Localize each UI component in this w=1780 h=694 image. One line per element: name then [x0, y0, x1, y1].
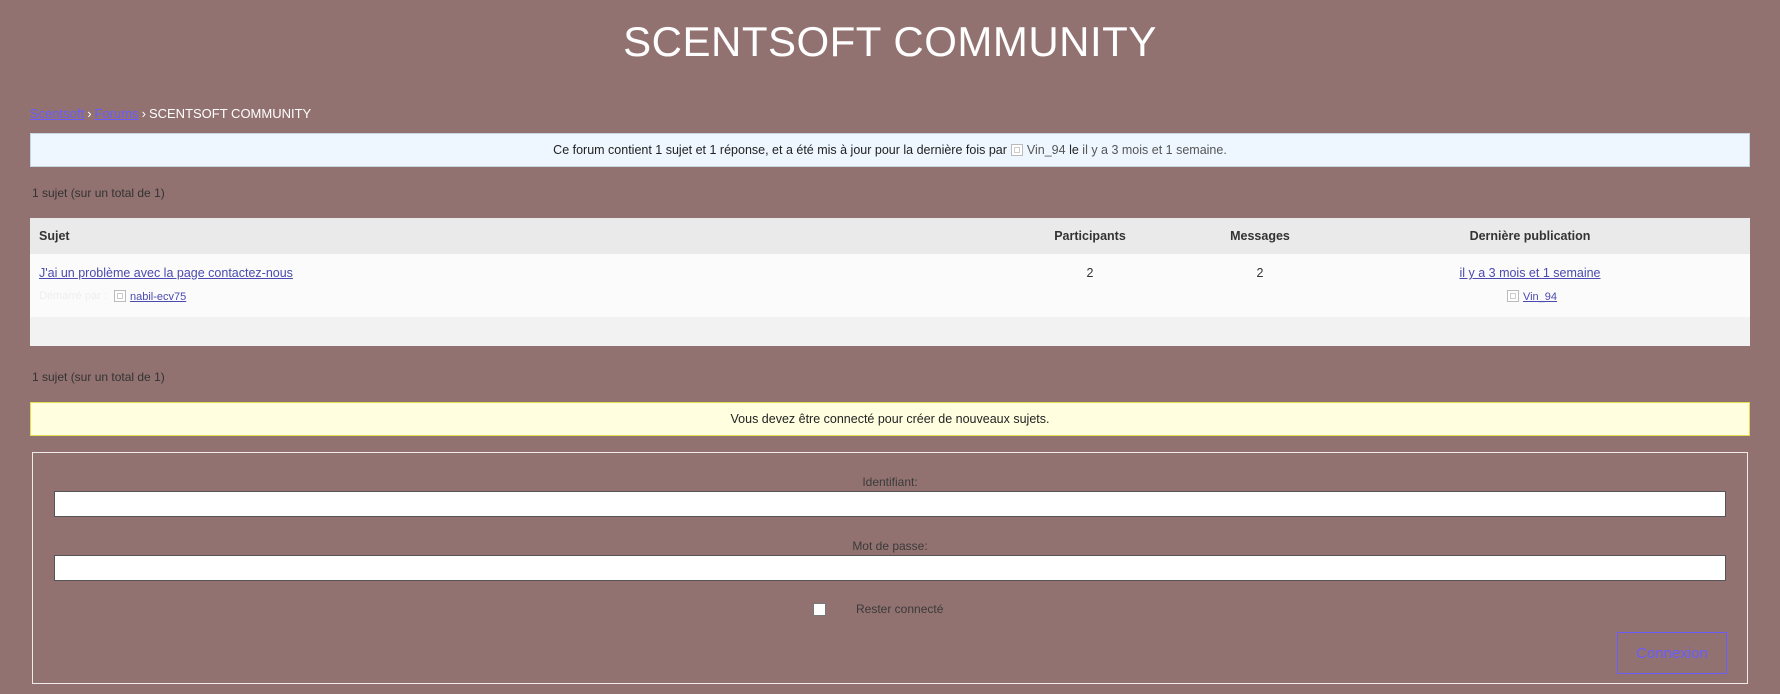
header-last-post: Dernière publication [1469, 229, 1591, 243]
password-label: Mot de passe: [852, 539, 928, 553]
topics-table: Sujet Participants Messages Dernière pub… [30, 218, 1750, 346]
site-title: SCENTSOFT COMMUNITY [623, 18, 1157, 65]
username-input[interactable] [54, 491, 1726, 517]
login-button[interactable]: Connexion [1617, 632, 1727, 674]
last-post-time: il y a 3 mois et 1 semaine [1330, 266, 1730, 280]
forum-info-time[interactable]: il y a 3 mois et 1 semaine. [1082, 143, 1227, 157]
login-required-notice: Vous devez être connecté pour créer de n… [30, 402, 1750, 436]
breadcrumb-separator: › [87, 106, 92, 121]
table-row: J'ai un problème avec la page contactez-… [30, 254, 1750, 317]
forum-info-box: Ce forum contient 1 sujet et 1 réponse, … [30, 133, 1750, 167]
breadcrumb-separator: › [141, 106, 146, 121]
forum-info-text: Ce forum contient 1 sujet et 1 réponse, … [553, 143, 1007, 157]
remember-me: Rester connecté [813, 602, 943, 616]
forum-info-user[interactable]: Vin_94 [1027, 143, 1066, 157]
login-form: Identifiant: Mot de passe: Rester connec… [32, 452, 1748, 684]
last-post-author-link[interactable]: Vin_94 [1523, 291, 1557, 303]
avatar-icon [114, 290, 126, 302]
forum-info-le: le [1069, 143, 1079, 157]
header-subject: Sujet [39, 229, 70, 243]
username-label: Identifiant: [862, 475, 918, 489]
breadcrumb-home-link[interactable]: Scentsoft [30, 106, 84, 121]
topic-count-bottom: 1 sujet (sur un total de 1) [32, 370, 165, 384]
topic-started-by: Démarré par : [39, 290, 107, 302]
last-post-author: Vin_94 [1330, 290, 1730, 303]
topics-table-footer [30, 317, 1750, 346]
topic-title-link[interactable]: J'ai un problème avec la page contactez-… [39, 266, 293, 280]
topic-author-link[interactable]: nabil-ecv75 [130, 291, 186, 303]
topic-author: nabil-ecv75 [110, 290, 186, 303]
topics-table-header: Sujet Participants Messages Dernière pub… [30, 218, 1750, 254]
breadcrumb: Scentsoft › Forums › SCENTSOFT COMMUNITY [30, 106, 311, 121]
remember-me-checkbox[interactable] [813, 602, 826, 616]
breadcrumb-current: SCENTSOFT COMMUNITY [148, 106, 312, 121]
last-post-time-link[interactable]: il y a 3 mois et 1 semaine [1459, 266, 1600, 280]
breadcrumb-forums-link[interactable]: Forums [95, 106, 139, 121]
avatar-icon [1010, 144, 1023, 156]
password-input[interactable] [54, 555, 1726, 581]
remember-me-label: Rester connecté [856, 602, 944, 616]
avatar-icon [1506, 290, 1519, 302]
topic-count-top: 1 sujet (sur un total de 1) [32, 186, 165, 200]
